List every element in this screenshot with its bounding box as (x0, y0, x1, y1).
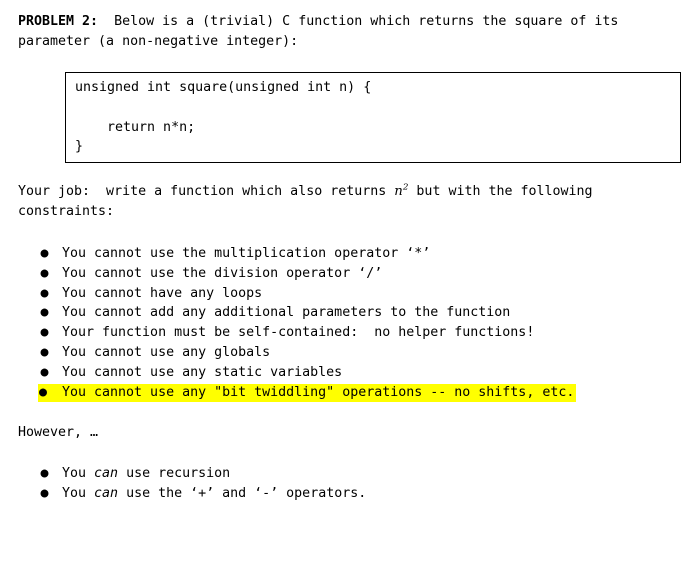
list-item-label: You cannot use the multiplication operat… (62, 246, 431, 261)
bullet-dot-icon: ● (40, 265, 49, 281)
allowance-prefix: You (62, 466, 95, 481)
bullet-dot-icon: ● (40, 344, 49, 360)
list-item: ● You can use the ‘+’ and ‘-’ operators. (0, 484, 366, 504)
list-item: ● You cannot use any globals (0, 343, 270, 363)
list-item: ● Your function must be self-contained: … (0, 323, 534, 343)
job-description-paragraph: Your job: write a function which also re… (18, 182, 668, 222)
list-item-label: You cannot add any additional parameters… (62, 305, 511, 321)
code-line-4: } (75, 139, 84, 155)
bullet-dot-icon: ● (40, 364, 49, 380)
allowance-suffix: use the ‘+’ and ‘-’ operators. (118, 485, 367, 501)
list-item-label: You cannot use any globals (62, 344, 271, 360)
code-line-1: unsigned int square(unsigned int n) { (75, 80, 372, 95)
bullet-dot-icon: ● (40, 305, 49, 321)
math-n-squared: n2 (394, 183, 408, 199)
allowance-emphasis: can (94, 466, 119, 481)
constraints-list: ● You cannot use the multiplication oper… (0, 244, 577, 403)
bullet-dot-icon: ● (39, 384, 48, 400)
list-item-label: Your function must be self-contained: no… (62, 325, 535, 341)
document-page: PROBLEM 2: Below is a (trivial) C functi… (0, 0, 700, 511)
problem-intro-paragraph: PROBLEM 2: Below is a (trivial) C functi… (18, 12, 658, 52)
code-line-3: return n*n; (75, 119, 196, 135)
bullet-dot-icon: ● (40, 466, 49, 481)
list-item: ● You cannot have any loops (0, 284, 262, 304)
problem-intro-text: Below is a (trivial) C function which re… (18, 14, 627, 49)
bullet-dot-icon: ● (40, 485, 49, 501)
allowances-list: ● You can use recursion ● You can use th… (0, 464, 366, 504)
list-item: ● You cannot use any static variables (0, 363, 342, 383)
list-item-label: You cannot use the division operator ‘/’ (62, 265, 383, 281)
math-base: n (394, 184, 403, 199)
allowance-prefix: You (62, 485, 95, 501)
list-item: ● You cannot add any additional paramete… (0, 303, 510, 323)
list-item-label: You can use the ‘+’ and ‘-’ operators. (62, 484, 366, 504)
list-item-highlighted: ● You cannot use any "bit twiddling" oper… (0, 383, 577, 403)
problem-label: PROBLEM 2: (18, 14, 99, 29)
code-block-text: unsigned int square(unsigned int n) { re… (75, 78, 371, 157)
list-item-label: You cannot use any static variables (62, 364, 343, 380)
however-paragraph: However, … (18, 425, 99, 440)
list-item-label: You cannot use any "bit twiddling" opera… (62, 384, 575, 400)
allowance-emphasis: can (94, 485, 119, 501)
job-prefix-text: Your job: write a function which also re… (18, 184, 395, 199)
list-item: ● You cannot use the division operator ‘… (0, 264, 382, 284)
bullet-dot-icon: ● (40, 285, 49, 301)
bullet-dot-icon: ● (40, 325, 49, 341)
list-item: ● You cannot use the multiplication oper… (0, 244, 430, 264)
list-item-label: You cannot have any loops (62, 285, 263, 301)
list-item-label: You can use recursion (62, 464, 230, 484)
list-item: ● You can use recursion (0, 464, 230, 484)
code-block-box: unsigned int square(unsigned int n) { re… (65, 72, 681, 163)
highlight-marker: ● You cannot use any "bit twiddling" oper… (38, 383, 577, 402)
bullet-dot-icon: ● (40, 246, 49, 261)
allowance-suffix: use recursion (118, 466, 231, 481)
